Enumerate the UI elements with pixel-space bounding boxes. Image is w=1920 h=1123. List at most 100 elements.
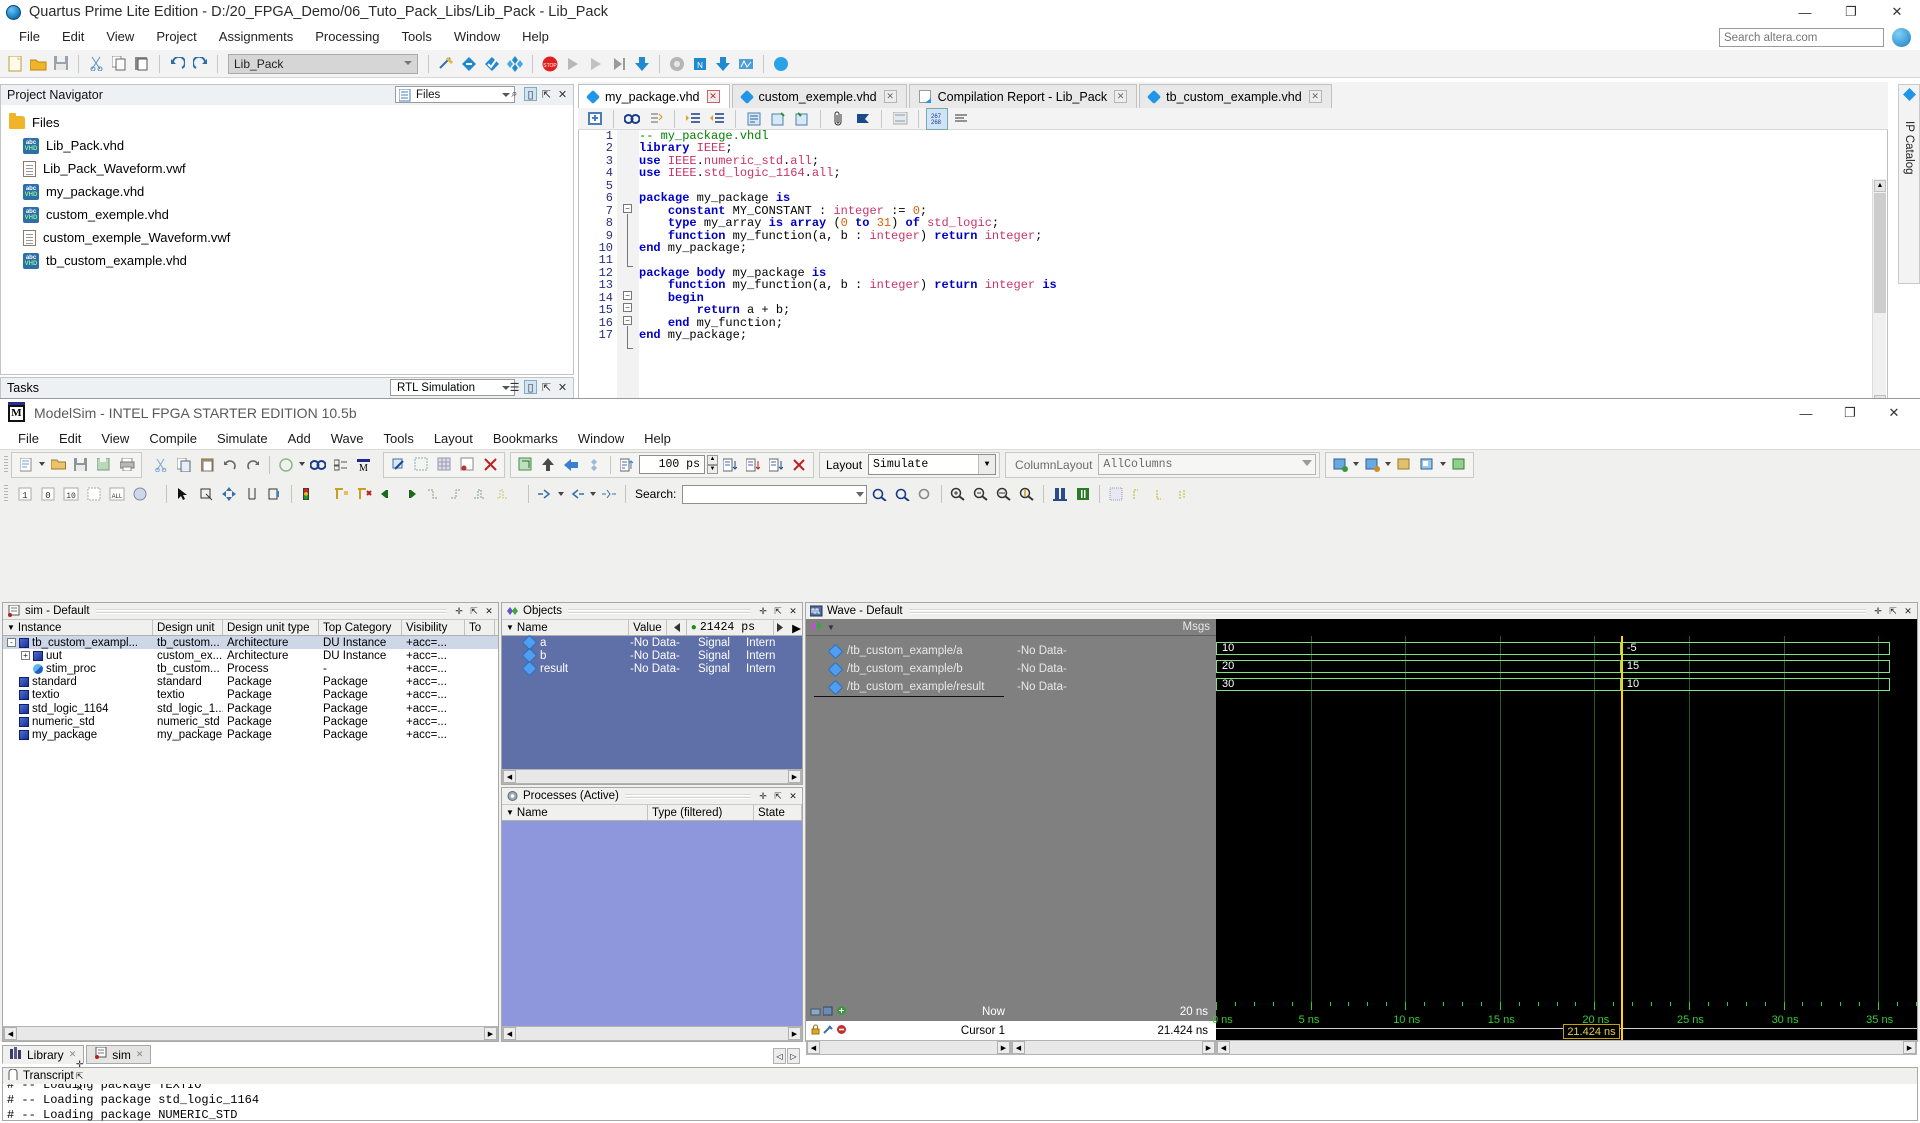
- pane-grip[interactable]: [908, 608, 1866, 614]
- expand-all-time-icon[interactable]: [598, 483, 620, 505]
- code-line[interactable]: return a + b;: [639, 304, 1887, 317]
- find-any-edge-icon[interactable]: [468, 483, 490, 505]
- menu-help[interactable]: Help: [511, 27, 560, 46]
- zoom-out-icon[interactable]: [970, 483, 992, 505]
- radix-octal-icon[interactable]: 0: [37, 483, 59, 505]
- objects-hscrollbar[interactable]: ◀ ▶: [502, 769, 802, 784]
- measure-mode-icon[interactable]: [241, 483, 263, 505]
- filter-icon[interactable]: ▼: [506, 808, 514, 817]
- list-item[interactable]: abc VHD tb_custom_example.vhd: [23, 249, 573, 272]
- decrease-indent-icon[interactable]: [706, 108, 728, 130]
- list-item[interactable]: abc VHD my_package.vhd: [23, 180, 573, 203]
- undock-pane-icon[interactable]: ⇱: [74, 1070, 86, 1082]
- insert-template-icon[interactable]: [584, 108, 606, 130]
- close-panel-icon[interactable]: ✕: [556, 87, 569, 101]
- wave-names-hscrollbar[interactable]: ◀ ▶: [806, 1040, 1011, 1055]
- redo-icon[interactable]: [189, 53, 211, 75]
- wave-time-axis[interactable]: 0 ns 5 ns 10 ns 15 ns 20 ns 25 ns 30 ns 35 ns 21…: [1212, 1002, 1917, 1040]
- table-row[interactable]: my_package my_package Package Package +acc=.…: [3, 728, 498, 741]
- close-pane-icon[interactable]: ✕: [787, 790, 799, 802]
- delete-cursor-icon[interactable]: [353, 483, 375, 505]
- maximize-button[interactable]: ❐: [1828, 0, 1874, 24]
- next-marker-icon[interactable]: [774, 620, 792, 635]
- download-icon[interactable]: [712, 53, 734, 75]
- undock-pane-icon[interactable]: ⇱: [772, 790, 784, 802]
- close-pane-icon[interactable]: ✕: [74, 1082, 86, 1094]
- find-icon[interactable]: [307, 454, 329, 476]
- column-design-unit-type[interactable]: Design unit type: [223, 620, 319, 635]
- menu-assignments[interactable]: Assignments: [208, 27, 304, 46]
- wave-objects-icon[interactable]: [810, 620, 824, 635]
- start-compilation2-icon[interactable]: [585, 53, 607, 75]
- column-visibility[interactable]: Visibility: [402, 620, 465, 635]
- list-item[interactable]: abc VHD custom_exemple.vhd: [23, 203, 573, 226]
- wave-values-hscrollbar[interactable]: ◀ ▶: [1011, 1040, 1216, 1055]
- wrench-icon[interactable]: [823, 1024, 834, 1038]
- wave-canvas[interactable]: 10 -5 20 15 30 10: [1216, 636, 1917, 1002]
- table-row[interactable]: + uut custom_ex... Architecture DU Instance +…: [3, 649, 498, 662]
- close-tab-icon[interactable]: ✕: [136, 1049, 144, 1060]
- menu-bookmarks[interactable]: Bookmarks: [483, 429, 568, 448]
- maximize-pane-icon[interactable]: ✛: [1872, 605, 1884, 617]
- rtl-viewer-icon[interactable]: [666, 53, 688, 75]
- search-icon[interactable]: ⌕: [508, 87, 521, 101]
- radix-decimal-icon[interactable]: [83, 483, 105, 505]
- expand-all-icon[interactable]: [330, 454, 352, 476]
- wave-format-green-icon[interactable]: [1072, 483, 1094, 505]
- menu-edit[interactable]: Edit: [51, 27, 95, 46]
- radix-binary-icon[interactable]: 1: [14, 483, 36, 505]
- code-line[interactable]: function my_function(a, b : integer) ret…: [639, 279, 1887, 292]
- close-panel-icon[interactable]: ✕: [556, 380, 569, 394]
- breakpoint-toggle-icon[interactable]: [297, 483, 319, 505]
- undo-icon[interactable]: [166, 53, 188, 75]
- cut-icon[interactable]: [85, 53, 107, 75]
- start-compilation-icon[interactable]: [458, 53, 480, 75]
- editor-body[interactable]: 1 2 3 4 5 6 7 8 9 10 11 12 13 14 15 16 17 − − − − -- my_…: [578, 130, 1888, 410]
- assignments-editor-icon[interactable]: [504, 53, 526, 75]
- menu-file[interactable]: File: [8, 27, 51, 46]
- add-to-group-icon[interactable]: [1448, 454, 1470, 476]
- column-instance[interactable]: ▼ Instance: [3, 620, 153, 635]
- maximize-pane-icon[interactable]: ✛: [757, 790, 769, 802]
- compile-design-icon[interactable]: [481, 53, 503, 75]
- add-list-icon[interactable]: [1361, 454, 1383, 476]
- objects-rows[interactable]: a -No Data- Signal Intern b -No Data- Signal In…: [502, 634, 802, 783]
- list-item[interactable]: Lib_Pack_Waveform.vwf: [23, 157, 573, 180]
- menu-simulate[interactable]: Simulate: [207, 429, 278, 448]
- table-row[interactable]: - tb_custom_exampl... tb_custom... Architec…: [3, 636, 498, 650]
- save-icon[interactable]: [50, 53, 72, 75]
- zoom-cursor-icon[interactable]: [1016, 483, 1038, 505]
- prev-marker-icon[interactable]: [667, 620, 687, 635]
- project-navigator-view-selector[interactable]: Files: [395, 86, 515, 103]
- tab-custom-exemple-vhd[interactable]: custom_exemple.vhd ✕: [731, 84, 907, 108]
- close-button[interactable]: ✕: [1874, 0, 1920, 24]
- find-icon[interactable]: [621, 108, 643, 130]
- code-line[interactable]: -- my_package.vhdl: [639, 130, 1887, 142]
- stop-icon[interactable]: STOP: [539, 53, 561, 75]
- wave-cursor-line[interactable]: [1621, 636, 1624, 1002]
- select-mode-icon[interactable]: [172, 483, 194, 505]
- maximize-pane-icon[interactable]: ✛: [453, 605, 465, 617]
- menu-window[interactable]: Window: [568, 429, 634, 448]
- menu-window[interactable]: Window: [443, 27, 511, 46]
- filter-icon[interactable]: ▼: [7, 623, 15, 632]
- column-value[interactable]: Value: [629, 620, 667, 635]
- processes-rows[interactable]: [502, 821, 802, 1040]
- chevron-down-icon[interactable]: [856, 491, 865, 497]
- expand-time-icon[interactable]: [534, 483, 556, 505]
- dataflow-icon[interactable]: [456, 454, 478, 476]
- pane-grip[interactable]: [95, 608, 447, 614]
- toolbar-grip[interactable]: [4, 455, 8, 474]
- start-icon[interactable]: [562, 53, 584, 75]
- column-name[interactable]: ▼ Name: [502, 805, 648, 820]
- list-item[interactable]: result -No Data- Signal Intern: [502, 661, 802, 677]
- scroll-left-arrow[interactable]: ◀: [1217, 1041, 1230, 1054]
- menu-project[interactable]: Project: [145, 27, 207, 46]
- breakpoints-icon[interactable]: [410, 454, 432, 476]
- chevron-down-icon[interactable]: ▼: [978, 455, 996, 474]
- pan-mode-icon[interactable]: [218, 483, 240, 505]
- increase-indent-icon[interactable]: [682, 108, 704, 130]
- list-item[interactable]: b -No Data- Signal Intern: [502, 648, 802, 664]
- scroll-left-arrow[interactable]: ◀: [503, 1027, 516, 1040]
- scroll-left-arrow[interactable]: ◀: [1012, 1041, 1025, 1054]
